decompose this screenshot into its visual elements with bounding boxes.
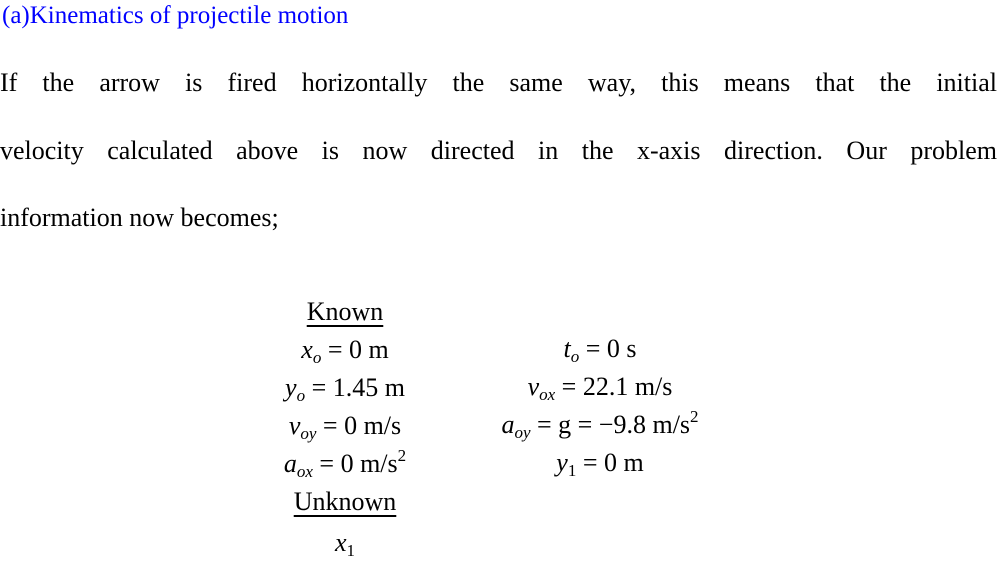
known-x0: xo = 0 m	[301, 335, 389, 367]
known-y0: yo = 1.45 m	[285, 373, 405, 405]
paragraph-line-3: information now becomes;	[0, 203, 279, 232]
known-a0y: aoy = g = −9.8 m/s2	[501, 407, 699, 442]
known-left-column: Known xo = 0 m yo = 1.45 m voy = 0 m/s a…	[245, 293, 445, 565]
section-heading: (a)Kinematics of projectile motion	[2, 2, 349, 29]
known-v0x: vox = 22.1 m/s	[527, 372, 673, 404]
paragraph-line-2: velocity calculated above is now directe…	[0, 136, 997, 165]
unknown-x1: x1	[334, 528, 356, 560]
known-right-column: to = 0 s vox = 22.1 m/s aoy = g = −9.8 m…	[452, 330, 748, 482]
known-t0: to = 0 s	[563, 334, 637, 366]
unknown-heading: Unknown	[293, 487, 397, 516]
paragraph-line-1: If the arrow is fired horizontally the s…	[0, 68, 997, 97]
known-a0x: aox = 0 m/s2	[283, 446, 407, 481]
known-y1: y1 = 0 m	[556, 448, 644, 480]
known-v0y: voy = 0 m/s	[288, 411, 402, 443]
known-heading: Known	[306, 297, 384, 326]
